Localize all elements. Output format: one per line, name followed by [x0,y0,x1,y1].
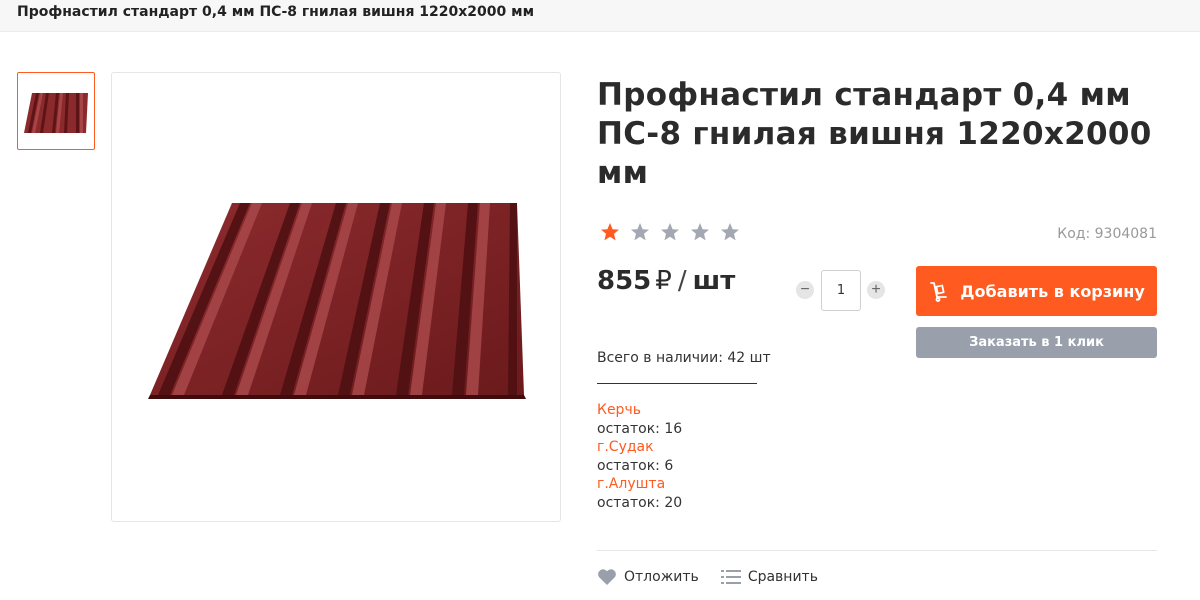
gallery-thumbnail[interactable] [17,72,95,150]
divider [597,550,1157,551]
top-bar: Профнастил стандарт 0,4 мм ПС-8 гнилая в… [0,0,1200,32]
store-city[interactable]: Керчь [597,401,682,420]
star-icon[interactable] [690,222,710,242]
rating-stars[interactable] [600,222,750,242]
price-separator: / [677,266,687,296]
price-unit: шт [692,266,736,296]
quantity-minus-button[interactable]: − [796,281,814,299]
divider [597,383,757,384]
cart-dolly-icon [930,282,948,302]
product-actions: Отложить Сравнить [597,568,840,586]
one-click-order-button[interactable]: Заказать в 1 клик [916,327,1157,358]
price: 855 ₽ / шт [597,266,735,296]
store-remainder: остаток: 6 [597,457,674,474]
add-to-cart-label: Добавить в корзину [960,281,1145,301]
star-icon[interactable] [720,222,740,242]
compare-label: Сравнить [747,569,818,585]
product-code: Код: 9304081 [1057,226,1157,242]
store-city[interactable]: г.Судак [597,438,682,457]
wishlist-button[interactable]: Отложить [597,568,699,586]
corrugated-sheet-thumb-icon [24,93,88,133]
compare-button[interactable]: Сравнить [720,569,818,585]
store-list: Керчь остаток: 16 г.Судак остаток: 6 г.А… [597,401,682,512]
store-city[interactable]: г.Алушта [597,475,682,494]
price-currency: ₽ [655,266,672,296]
quantity-input[interactable] [821,270,861,311]
star-icon[interactable] [660,222,680,242]
store-remainder: остаток: 20 [597,494,683,511]
store-remainder: остаток: 16 [597,420,683,437]
one-click-order-label: Заказать в 1 клик [969,335,1104,350]
quantity-plus-button[interactable]: + [867,281,885,299]
main-product-image[interactable] [111,72,561,522]
price-amount: 855 [597,266,652,296]
add-to-cart-button[interactable]: Добавить в корзину [916,266,1157,316]
corrugated-sheet-icon [148,203,526,399]
page-title: Профнастил стандарт 0,4 мм ПС-8 гнилая в… [597,77,1152,191]
stock-total: Всего в наличии: 42 шт [597,350,771,366]
star-icon[interactable] [600,222,620,242]
wishlist-label: Отложить [624,569,699,585]
heart-icon [598,569,616,585]
star-icon[interactable] [630,222,650,242]
breadcrumb: Профнастил стандарт 0,4 мм ПС-8 гнилая в… [17,4,535,20]
list-icon [720,570,741,584]
